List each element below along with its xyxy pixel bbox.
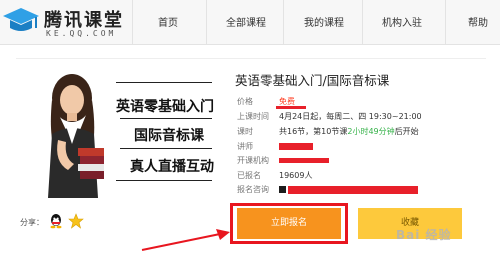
cover-divider [120,118,212,119]
top-header: 腾讯课堂 KE.QQ.COM 首页 全部课程 我的课程 机构入驻 帮助 [0,0,500,45]
price-row: 价格 免费 [237,96,306,109]
course-title: 英语零基础入门/国际音标课 [235,73,390,88]
cover-line-1: 英语零基础入门 [116,99,214,115]
graduation-cap-icon [3,8,39,31]
price-label: 价格 [237,97,253,106]
redacted-org [279,158,329,163]
logo-subtitle: KE.QQ.COM [46,29,117,38]
enroll-now-button[interactable]: 立即报名 [237,208,341,239]
share-label: 分享： [20,218,44,227]
nav-divider [206,0,207,44]
hours-suffix: 后开始 [394,127,419,136]
nav-help[interactable]: 帮助 [468,14,488,29]
enrolled-label: 已报名 [237,171,261,180]
logo[interactable]: 腾讯课堂 KE.QQ.COM [2,4,142,40]
redacted-teacher [279,143,313,150]
annotation-arrow-icon [141,229,230,251]
teacher-label: 讲师 [237,142,253,151]
time-row: 上课时间 4月24日起，每周二、四 19:30~21:00 [237,111,422,122]
hours-prefix: 共16节，第10节课 [279,127,348,136]
watermark: Bai 经验 [396,228,452,242]
cover-divider [116,180,212,181]
enrolled-row: 已报名 19609人 [237,170,312,181]
nav-home[interactable]: 首页 [158,14,178,29]
cover-line-2: 国际音标课 [134,128,204,144]
redacted-consult [288,185,418,194]
hours-row: 课时 共16节，第10节课2小时49分钟后开始 [237,126,419,137]
nav-my-courses[interactable]: 我的课程 [304,14,344,29]
qzone-star-icon[interactable] [68,213,84,229]
qq-icon[interactable] [48,213,64,229]
nav-divider [362,0,363,44]
price-value: 免费 [279,97,295,106]
nav-divider [132,0,133,44]
nav-divider [283,0,284,44]
hours-label: 课时 [237,127,253,136]
time-label: 上课时间 [237,112,269,121]
countdown-value: 2小时49分钟 [347,127,395,136]
cover-divider [116,82,212,83]
teacher-row: 讲师 [237,141,313,152]
enrolled-value: 19609人 [279,171,313,180]
nav-org-join[interactable]: 机构入驻 [382,14,422,29]
teacher-photo [48,74,104,198]
consult-row: 报名咨询 [237,184,418,195]
course-cover-image[interactable]: 英语零基础入门 国际音标课 真人直播互动 [22,70,222,198]
nav-divider [445,0,446,44]
time-value: 4月24日起，每周二、四 19:30~21:00 [279,112,422,121]
org-label: 开课机构 [237,156,269,165]
cover-divider [120,148,212,149]
redaction-mark [275,106,306,109]
nav-all-courses[interactable]: 全部课程 [226,14,266,29]
qq-chat-icon[interactable] [279,186,286,193]
consult-label: 报名咨询 [237,185,269,194]
cover-line-3: 真人直播互动 [130,159,214,175]
org-row: 开课机构 [237,155,329,166]
